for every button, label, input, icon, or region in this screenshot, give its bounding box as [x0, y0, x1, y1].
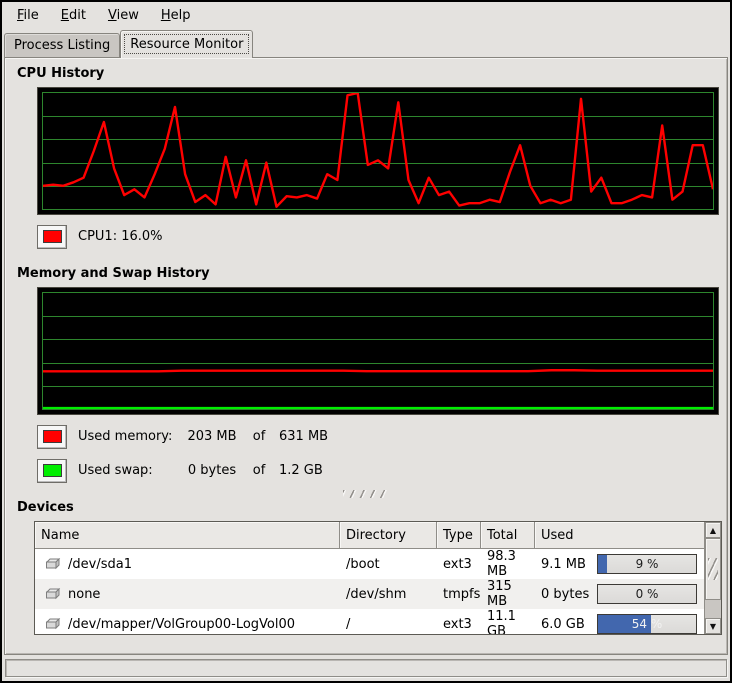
- tab-bar: Process Listing Resource Monitor: [2, 29, 730, 57]
- column-header-name[interactable]: Name: [35, 522, 340, 549]
- cpu-line-chart: [43, 93, 713, 209]
- used-swap-value: 0 bytes: [181, 463, 243, 478]
- used-swap-color-swatch-icon: [43, 464, 62, 477]
- device-directory: /dev/shm: [340, 579, 437, 609]
- devices-table-header: Name Directory Type Total Used: [35, 522, 704, 549]
- usage-percent-label: 54 %: [598, 615, 696, 633]
- column-header-directory[interactable]: Directory: [340, 522, 437, 549]
- device-name: none: [68, 587, 100, 602]
- drive-icon: [44, 588, 61, 601]
- device-total: 11.1 GB: [481, 609, 535, 634]
- scrollbar-thumb[interactable]: [705, 538, 721, 600]
- tab-process-listing[interactable]: Process Listing: [4, 33, 120, 57]
- used-memory-legend-swatch: [37, 425, 67, 449]
- used-swap-of: of: [243, 463, 275, 478]
- device-used: 0 bytes: [541, 587, 589, 602]
- device-used: 9.1 MB: [541, 557, 586, 572]
- memory-history-graph: [37, 287, 719, 415]
- system-monitor-window: File Edit View Help Process Listing Reso…: [0, 0, 732, 683]
- used-memory-color-swatch-icon: [43, 430, 62, 443]
- memory-line-chart: [43, 293, 713, 409]
- cpu-legend-label: CPU1: 16.0%: [78, 229, 163, 244]
- used-swap-legend: Used swap: 0 bytes of 1.2 GB: [37, 458, 714, 483]
- usage-percent-label: 9 %: [598, 555, 696, 573]
- device-name: /dev/sda1: [68, 557, 132, 572]
- scrollbar-grip-icon: [708, 558, 718, 580]
- tab-resource-monitor[interactable]: Resource Monitor: [120, 30, 253, 58]
- used-memory-legend: Used memory: 203 MB of 631 MB: [37, 424, 714, 449]
- menu-help[interactable]: Help: [154, 5, 198, 26]
- menu-bar: File Edit View Help: [2, 2, 730, 29]
- used-memory-label: Used memory:: [78, 429, 181, 444]
- cpu-color-swatch-icon: [43, 230, 62, 243]
- cpu-legend-swatch: [37, 225, 67, 249]
- pane-resize-grip[interactable]: [343, 490, 389, 498]
- usage-percent-label: 0 %: [598, 585, 696, 603]
- used-swap-label: Used swap:: [78, 463, 181, 478]
- usage-progress-bar: 54 %: [597, 614, 697, 634]
- drive-icon: [44, 558, 61, 571]
- cpu-legend: CPU1: 16.0%: [37, 224, 714, 249]
- used-swap-legend-swatch: [37, 459, 67, 483]
- column-header-total[interactable]: Total: [481, 522, 535, 549]
- menu-view[interactable]: View: [101, 5, 146, 26]
- resource-monitor-page: CPU History CPU1: 16.0% Memory and Swap …: [4, 57, 728, 655]
- table-row[interactable]: /dev/mapper/VolGroup00-LogVol00 / ext3 1…: [35, 609, 704, 634]
- device-directory: /: [340, 609, 437, 634]
- used-memory-value: 203 MB: [181, 429, 243, 444]
- device-type: ext3: [437, 609, 481, 634]
- status-bar: [5, 659, 727, 677]
- used-swap-text: Used swap: 0 bytes of 1.2 GB: [78, 463, 323, 478]
- usage-progress-bar: 9 %: [597, 554, 697, 574]
- scroll-down-icon[interactable]: ▼: [705, 618, 721, 634]
- scrollbar-track[interactable]: [705, 600, 721, 618]
- devices-scrollbar[interactable]: ▲ ▼: [704, 522, 721, 634]
- device-name: /dev/mapper/VolGroup00-LogVol00: [68, 617, 295, 632]
- column-header-type[interactable]: Type: [437, 522, 481, 549]
- total-memory-value: 631 MB: [275, 429, 328, 444]
- scroll-up-icon[interactable]: ▲: [705, 522, 721, 538]
- total-swap-value: 1.2 GB: [275, 463, 323, 478]
- cpu-history-graph: [37, 87, 719, 215]
- device-total: 315 MB: [481, 579, 535, 609]
- used-memory-of: of: [243, 429, 275, 444]
- column-header-used[interactable]: Used: [535, 522, 704, 549]
- drive-icon: [44, 618, 61, 631]
- cpu-history-title: CPU History: [17, 66, 714, 81]
- table-row[interactable]: /dev/sda1 /boot ext3 98.3 MB 9.1 MB 9 %: [35, 549, 704, 579]
- device-total: 98.3 MB: [481, 549, 535, 579]
- device-type: tmpfs: [437, 579, 481, 609]
- menu-file[interactable]: File: [10, 5, 46, 26]
- menu-edit[interactable]: Edit: [54, 5, 93, 26]
- memory-history-title: Memory and Swap History: [17, 266, 714, 281]
- device-type: ext3: [437, 549, 481, 579]
- usage-progress-bar: 0 %: [597, 584, 697, 604]
- devices-table: Name Directory Type Total Used /dev/sda1: [34, 521, 722, 635]
- device-directory: /boot: [340, 549, 437, 579]
- table-row[interactable]: none /dev/shm tmpfs 315 MB 0 bytes 0 %: [35, 579, 704, 609]
- devices-title: Devices: [17, 500, 714, 515]
- device-used: 6.0 GB: [541, 617, 585, 632]
- used-memory-text: Used memory: 203 MB of 631 MB: [78, 429, 328, 444]
